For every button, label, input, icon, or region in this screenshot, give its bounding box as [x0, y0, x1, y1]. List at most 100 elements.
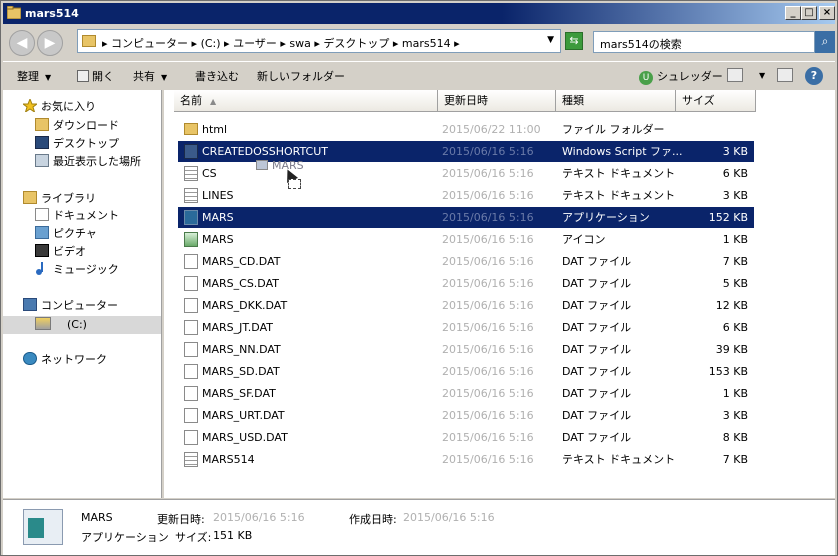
- help-button[interactable]: ?: [805, 67, 823, 85]
- file-name: MARS514: [202, 453, 255, 466]
- column-header-name[interactable]: 名前 ▲: [174, 90, 438, 112]
- file-row[interactable]: MARS_SD.DAT 2015/06/16 5:16 DAT ファイル 153 KB: [178, 361, 754, 382]
- file-size: 8 KB: [722, 431, 748, 444]
- nav-pictures[interactable]: ピクチャ: [35, 225, 97, 243]
- organize-button[interactable]: 整理 ▼: [17, 68, 51, 84]
- nav-recent-places[interactable]: 最近表示した場所: [35, 153, 141, 171]
- file-row[interactable]: MARS_URT.DAT 2015/06/16 5:16 DAT ファイル 3 KB: [178, 405, 754, 426]
- file-row[interactable]: MARS 2015/06/16 5:16 アイコン 1 KB: [178, 229, 754, 250]
- file-row[interactable]: MARS_USD.DAT 2015/06/16 5:16 DAT ファイル 8 KB: [178, 427, 754, 448]
- file-row[interactable]: LINES 2015/06/16 5:16 テキスト ドキュメント 3 KB: [178, 185, 754, 206]
- script-icon: [184, 144, 198, 159]
- breadcrumb-computer[interactable]: コンピューター: [111, 37, 188, 50]
- file-name: MARS_NN.DAT: [202, 343, 281, 356]
- file-icon: [184, 298, 198, 313]
- details-file-type: アプリケーション: [81, 531, 169, 544]
- shredder-button[interactable]: U シュレッダー: [639, 68, 723, 85]
- share-button[interactable]: 共有 ▼: [133, 68, 167, 84]
- search-input[interactable]: mars514の検索: [593, 31, 815, 53]
- share-label: 共有: [133, 70, 155, 83]
- star-icon: [21, 97, 39, 114]
- burn-button[interactable]: 書き込む: [195, 68, 239, 84]
- chevron-down-icon: ▼: [759, 71, 766, 80]
- close-button[interactable]: ×: [819, 6, 835, 20]
- file-row[interactable]: MARS_NN.DAT 2015/06/16 5:16 DAT ファイル 39 KB: [178, 339, 754, 360]
- file-size: 6 KB: [722, 167, 748, 180]
- nav-music[interactable]: ミュージック: [35, 261, 119, 279]
- back-arrow-icon: ◀: [16, 35, 28, 51]
- file-type: テキスト ドキュメント: [562, 167, 676, 180]
- view-dropdown-button[interactable]: ▼: [753, 68, 765, 81]
- file-date: 2015/06/16 5:16: [442, 167, 534, 180]
- nav-drive-c[interactable]: (C:): [35, 316, 87, 334]
- address-bar[interactable]: ▸ コンピューター ▸ (C:) ▸ ユーザー ▸ swa ▸ デスクトップ ▸…: [77, 29, 561, 53]
- nav-recent-label: 最近表示した場所: [53, 155, 141, 168]
- file-row[interactable]: MARS_DKK.DAT 2015/06/16 5:16 DAT ファイル 12 KB: [178, 295, 754, 316]
- organize-label: 整理: [17, 70, 39, 83]
- file-row[interactable]: html 2015/06/22 11:00 ファイル フォルダー: [178, 119, 754, 140]
- pictures-icon: [35, 226, 49, 239]
- breadcrumb-swa[interactable]: swa: [289, 37, 310, 50]
- breadcrumb-drive-c[interactable]: (C:): [201, 37, 221, 50]
- maximize-button[interactable]: □: [801, 6, 817, 20]
- nav-network[interactable]: ネットワーク: [23, 351, 107, 369]
- nav-documents-label: ドキュメント: [53, 209, 119, 222]
- file-row[interactable]: MARS 2015/06/16 5:16 アプリケーション 152 KB: [178, 207, 754, 228]
- text-file-icon: [184, 166, 198, 181]
- breadcrumb-users[interactable]: ユーザー: [233, 37, 277, 50]
- shredder-label: シュレッダー: [657, 70, 723, 83]
- application-icon: [184, 210, 198, 225]
- nav-computer-label: コンピューター: [41, 299, 118, 312]
- breadcrumb-separator: ▸: [102, 37, 112, 50]
- nav-computer[interactable]: コンピューター: [23, 297, 118, 315]
- file-row[interactable]: MARS514 2015/06/16 5:16 テキスト ドキュメント 7 KB: [178, 449, 754, 470]
- nav-desktop[interactable]: デスクトップ: [35, 135, 119, 153]
- breadcrumb-separator: ▸: [191, 37, 201, 50]
- file-row[interactable]: MARS_CS.DAT 2015/06/16 5:16 DAT ファイル 5 KB: [178, 273, 754, 294]
- search-button[interactable]: ⌕: [815, 31, 835, 53]
- column-header-date[interactable]: 更新日時: [438, 90, 556, 112]
- file-icon: [184, 364, 198, 379]
- minimize-button[interactable]: _: [785, 6, 801, 20]
- new-folder-button[interactable]: 新しいフォルダー: [257, 68, 345, 84]
- nav-favorites[interactable]: お気に入り: [21, 97, 96, 116]
- drive-icon: [35, 317, 51, 330]
- documents-icon: [35, 208, 49, 221]
- file-row[interactable]: MARS_CD.DAT 2015/06/16 5:16 DAT ファイル 7 KB: [178, 251, 754, 272]
- file-name: MARS_CS.DAT: [202, 277, 279, 290]
- nav-videos-label: ビデオ: [53, 245, 86, 258]
- preview-pane-button[interactable]: [777, 68, 793, 82]
- open-button[interactable]: 開く: [77, 68, 114, 84]
- file-size: 1 KB: [722, 233, 748, 246]
- address-dropdown-icon[interactable]: ▼: [547, 35, 554, 45]
- file-name: MARS_CD.DAT: [202, 255, 281, 268]
- nav-videos[interactable]: ビデオ: [35, 243, 86, 261]
- forward-button[interactable]: ▶: [37, 30, 63, 56]
- recent-places-icon: [35, 154, 49, 167]
- breadcrumb-desktop[interactable]: デスクトップ: [323, 37, 389, 50]
- file-type: DAT ファイル: [562, 387, 632, 400]
- nav-libraries[interactable]: ライブラリ: [23, 190, 96, 208]
- forward-arrow-icon: ▶: [44, 35, 56, 51]
- back-button[interactable]: ◀: [9, 30, 35, 56]
- view-options-button[interactable]: [727, 68, 743, 82]
- file-row[interactable]: MARS_JT.DAT 2015/06/16 5:16 DAT ファイル 6 KB: [178, 317, 754, 338]
- details-file-name: MARS: [81, 511, 113, 524]
- file-type: DAT ファイル: [562, 321, 632, 334]
- libraries-icon: [23, 191, 37, 204]
- file-row[interactable]: MARS_SF.DAT 2015/06/16 5:16 DAT ファイル 1 KB: [178, 383, 754, 404]
- refresh-icon: ⇆: [569, 34, 579, 47]
- file-type: DAT ファイル: [562, 255, 632, 268]
- refresh-button[interactable]: ⇆: [565, 32, 583, 50]
- details-modified-label: 更新日時:: [157, 513, 205, 526]
- nav-documents[interactable]: ドキュメント: [35, 207, 119, 225]
- file-name: MARS: [202, 211, 234, 224]
- breadcrumb-mars514[interactable]: mars514: [402, 37, 451, 50]
- file-icon: [184, 342, 198, 357]
- details-modified-value: 2015/06/16 5:16: [213, 511, 305, 524]
- column-header-type[interactable]: 種類: [556, 90, 676, 112]
- file-type: テキスト ドキュメント: [562, 189, 676, 202]
- nav-downloads[interactable]: ダウンロード: [35, 117, 119, 135]
- column-header-size[interactable]: サイズ: [676, 90, 756, 112]
- application-thumbnail-icon: [23, 509, 63, 545]
